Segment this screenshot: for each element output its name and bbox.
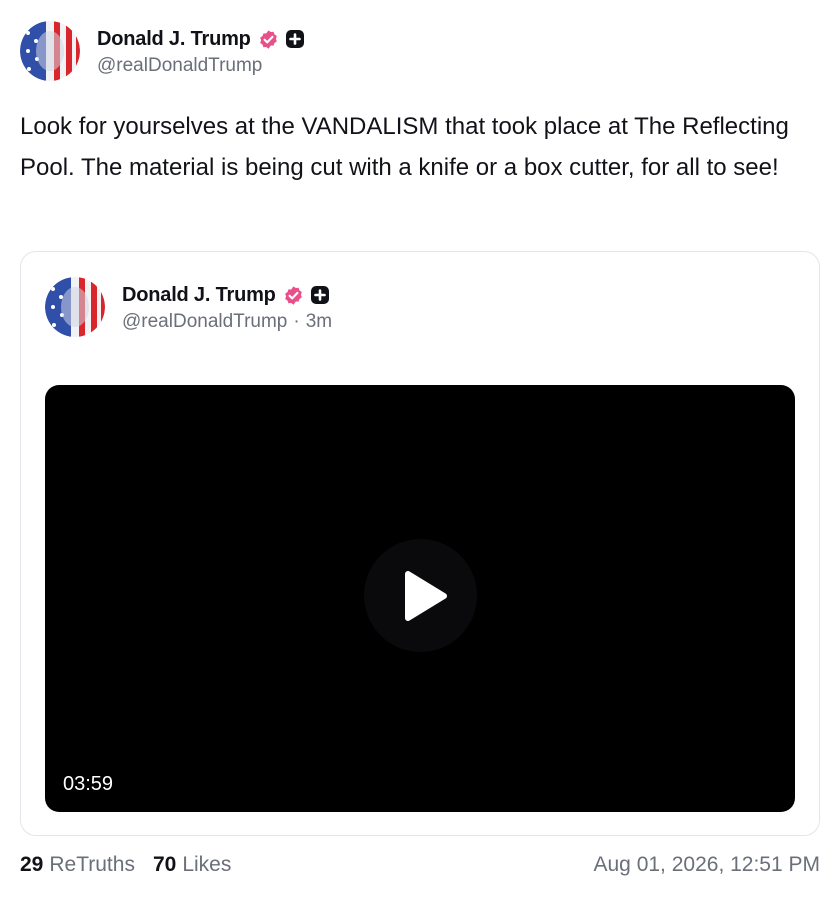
post-text: Look for yourselves at the VANDALISM tha… <box>20 113 789 181</box>
author-handle[interactable]: @realDonaldTrump <box>97 55 262 77</box>
quoted-author-handle[interactable]: @realDonaldTrump <box>122 311 287 333</box>
post-footer: 29 ReTruths 70 Likes Aug 01, 2026, 12:51… <box>20 848 820 882</box>
likes-count: 70 <box>152 853 177 876</box>
likes-label: Likes <box>182 853 232 876</box>
author-name[interactable]: Donald J. Trump <box>97 28 251 51</box>
quoted-author-name[interactable]: Donald J. Trump <box>122 284 276 307</box>
verified-badge-icon <box>259 29 277 49</box>
plus-square-icon <box>310 286 329 304</box>
quoted-post-header: Donald J. Trump @realDonaldTrump · 3m <box>45 276 332 338</box>
post-header: Donald J. Trump @realDonaldTrump <box>20 20 305 82</box>
quoted-author-avatar[interactable] <box>45 277 105 337</box>
verified-badge-icon <box>284 285 302 305</box>
flag-portrait-icon <box>45 277 105 337</box>
quoted-post-card[interactable]: Donald J. Trump @realDonaldTrump · 3m 03… <box>20 251 820 836</box>
retruths-label: ReTruths <box>49 853 135 876</box>
post-timestamp[interactable]: Aug 01, 2026, 12:51 PM <box>594 853 821 877</box>
video-duration: 03:59 <box>63 773 114 795</box>
author-avatar[interactable] <box>20 21 80 81</box>
play-button[interactable] <box>364 539 477 652</box>
play-icon <box>404 570 447 621</box>
quoted-post-age[interactable]: 3m <box>306 311 332 333</box>
plus-square-icon <box>285 30 304 48</box>
flag-portrait-icon <box>20 21 80 81</box>
likes-stat[interactable]: 70 Likes <box>153 853 231 877</box>
retruths-stat[interactable]: 29 ReTruths <box>20 853 135 877</box>
separator-dot: · <box>293 311 300 332</box>
video-player[interactable]: 03:59 <box>45 385 795 812</box>
retruths-count: 29 <box>20 853 44 876</box>
